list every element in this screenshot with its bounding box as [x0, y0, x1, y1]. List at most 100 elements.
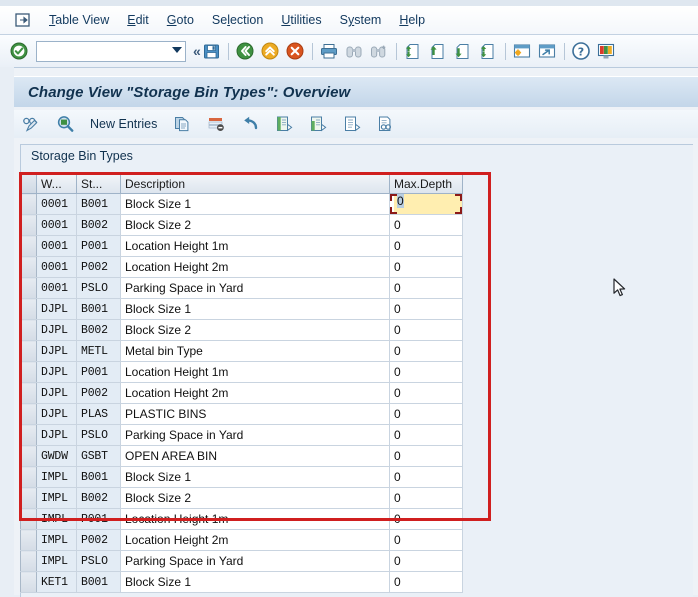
table-row[interactable]: GWDW GSBT OPEN AREA BIN 0: [20, 445, 463, 467]
cell-warehouse[interactable]: 0001: [36, 235, 77, 257]
cell-warehouse[interactable]: DJPL: [36, 319, 77, 341]
cell-description[interactable]: Block Size 2: [120, 214, 390, 236]
cell-warehouse[interactable]: DJPL: [36, 298, 77, 320]
cell-description[interactable]: Location Height 1m: [120, 361, 390, 383]
cell-description[interactable]: OPEN AREA BIN: [120, 445, 390, 467]
cell-description[interactable]: Block Size 1: [120, 193, 390, 215]
menu-item-selection[interactable]: Selection: [203, 10, 272, 30]
cell-storage-bin-type[interactable]: PSLO: [76, 550, 121, 572]
next-page-button[interactable]: [452, 40, 475, 62]
cell-warehouse[interactable]: IMPL: [36, 550, 77, 572]
table-row[interactable]: IMPL P002 Location Height 2m 0: [20, 529, 463, 551]
table-row[interactable]: DJPL METL Metal bin Type 0: [20, 340, 463, 362]
cell-max-depth[interactable]: 0: [389, 382, 463, 404]
menu-item-goto[interactable]: Goto: [158, 10, 203, 30]
table-row[interactable]: IMPL B002 Block Size 20: [20, 487, 463, 509]
column-header-storage-bin-type[interactable]: St...: [76, 174, 121, 194]
row-select-cell[interactable]: [20, 361, 37, 383]
cell-max-depth[interactable]: 0: [389, 235, 463, 257]
system-menu-icon[interactable]: [10, 7, 36, 33]
cell-max-depth[interactable]: 0: [389, 298, 463, 320]
row-select-cell[interactable]: [20, 529, 37, 551]
cell-max-depth[interactable]: 0: [389, 466, 463, 488]
new-entries-button[interactable]: New Entries: [82, 113, 165, 135]
cell-description[interactable]: Block Size 2: [120, 319, 390, 341]
find-next-button[interactable]: [368, 40, 391, 62]
table-row[interactable]: DJPL PSLO Parking Space in Yard 0: [20, 424, 463, 446]
table-row[interactable]: DJPL PLAS PLASTIC BINS 0: [20, 403, 463, 425]
cell-max-depth[interactable]: 0: [389, 361, 463, 383]
cell-storage-bin-type[interactable]: B001: [76, 298, 121, 320]
copy-as-button[interactable]: [167, 112, 197, 136]
cell-max-depth[interactable]: 0: [389, 340, 463, 362]
cell-warehouse[interactable]: DJPL: [36, 340, 77, 362]
cell-warehouse[interactable]: GWDW: [36, 445, 77, 467]
table-row[interactable]: IMPL P001 Location Height 1m 0: [20, 508, 463, 530]
max-depth-input[interactable]: 0: [394, 194, 462, 214]
column-header-max-depth[interactable]: Max.Depth: [389, 174, 463, 194]
cell-max-depth[interactable]: 0: [389, 277, 463, 299]
cell-warehouse[interactable]: IMPL: [36, 466, 77, 488]
row-select-cell[interactable]: [20, 235, 37, 257]
cell-warehouse[interactable]: 0001: [36, 277, 77, 299]
cell-max-depth[interactable]: 0: [389, 403, 463, 425]
cell-description[interactable]: Block Size 2: [120, 487, 390, 509]
table-row[interactable]: 0001 P002 Location Height 2m 0: [20, 256, 463, 278]
back-button[interactable]: [234, 40, 257, 62]
table-row[interactable]: DJPL B002 Block Size 20: [20, 319, 463, 341]
check-entries-button[interactable]: [50, 112, 80, 136]
cell-max-depth[interactable]: 0: [389, 571, 463, 593]
cell-max-depth[interactable]: 0: [389, 319, 463, 341]
command-field[interactable]: [36, 40, 186, 62]
row-select-cell[interactable]: [20, 445, 37, 467]
row-select-cell[interactable]: [20, 466, 37, 488]
table-row[interactable]: 0001 P001 Location Height 1m 0: [20, 235, 463, 257]
menu-item-system[interactable]: System: [331, 10, 391, 30]
row-select-cell[interactable]: [20, 256, 37, 278]
cell-storage-bin-type[interactable]: P001: [76, 361, 121, 383]
delete-button[interactable]: [201, 112, 231, 136]
cell-storage-bin-type[interactable]: PSLO: [76, 424, 121, 446]
cell-storage-bin-type[interactable]: P001: [76, 235, 121, 257]
cell-max-depth[interactable]: 0: [389, 214, 463, 236]
table-row[interactable]: 0001 B002 Block Size 20: [20, 214, 463, 236]
cell-warehouse[interactable]: IMPL: [36, 508, 77, 530]
create-shortcut-button[interactable]: [536, 40, 559, 62]
cell-max-depth[interactable]: 0: [389, 508, 463, 530]
cell-description[interactable]: Metal bin Type: [120, 340, 390, 362]
cell-description[interactable]: Parking Space in Yard: [120, 424, 390, 446]
cell-storage-bin-type[interactable]: GSBT: [76, 445, 121, 467]
cell-warehouse[interactable]: DJPL: [36, 424, 77, 446]
cell-warehouse[interactable]: DJPL: [36, 403, 77, 425]
cell-description[interactable]: Block Size 1: [120, 466, 390, 488]
cell-description[interactable]: Parking Space in Yard: [120, 550, 390, 572]
cell-warehouse[interactable]: IMPL: [36, 487, 77, 509]
table-row[interactable]: DJPL P001 Location Height 1m 0: [20, 361, 463, 383]
cell-max-depth[interactable]: 0: [389, 529, 463, 551]
row-select-cell[interactable]: [20, 319, 37, 341]
cell-warehouse[interactable]: 0001: [36, 256, 77, 278]
cell-max-depth[interactable]: 0: [389, 256, 463, 278]
cell-description[interactable]: Block Size 1: [120, 571, 390, 593]
table-row[interactable]: IMPL B001 Block Size 10: [20, 466, 463, 488]
cell-storage-bin-type[interactable]: PLAS: [76, 403, 121, 425]
row-select-cell[interactable]: [20, 571, 37, 593]
column-header-warehouse[interactable]: W...: [36, 174, 77, 194]
cell-storage-bin-type[interactable]: METL: [76, 340, 121, 362]
cell-storage-bin-type[interactable]: P002: [76, 382, 121, 404]
select-all-rows-header[interactable]: [20, 174, 37, 194]
row-select-cell[interactable]: [20, 382, 37, 404]
menu-item-table-view[interactable]: Table View: [40, 10, 118, 30]
print-button[interactable]: [318, 40, 341, 62]
save-button[interactable]: [200, 40, 223, 62]
previous-page-button[interactable]: [427, 40, 450, 62]
deselect-all-button[interactable]: [337, 112, 367, 136]
help-button[interactable]: ?: [570, 40, 593, 62]
cell-storage-bin-type[interactable]: P002: [76, 256, 121, 278]
select-block-button[interactable]: [303, 112, 333, 136]
row-select-cell[interactable]: [20, 214, 37, 236]
cell-max-depth[interactable]: 0: [389, 193, 463, 215]
exit-button[interactable]: [259, 40, 282, 62]
table-row[interactable]: IMPL PSLO Parking Space in Yard 0: [20, 550, 463, 572]
collapse-toolbar-icon[interactable]: «: [193, 43, 201, 59]
